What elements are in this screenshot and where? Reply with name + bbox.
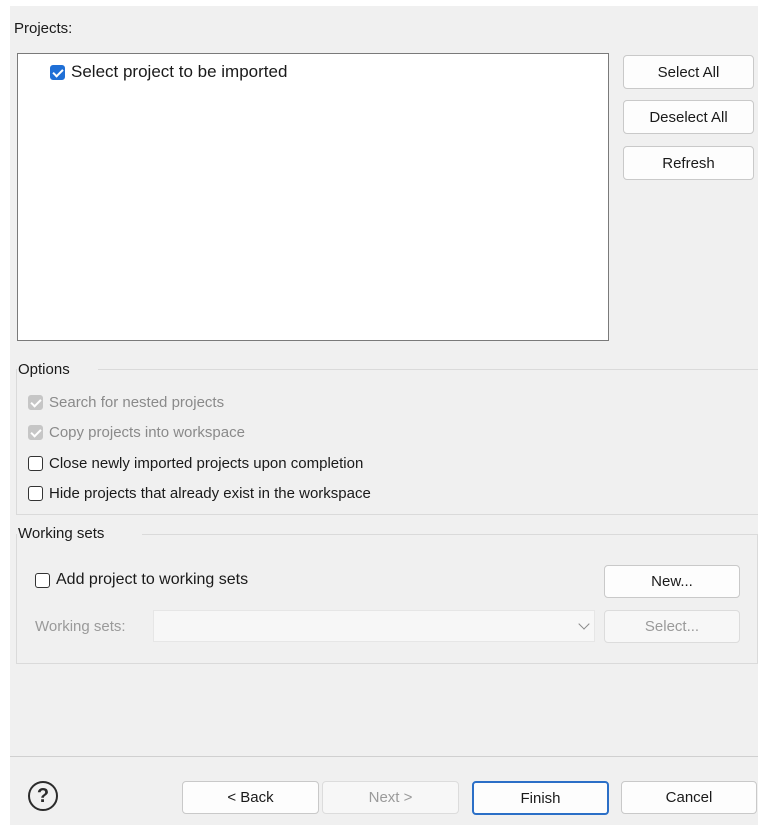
- deselect-all-button[interactable]: Deselect All: [623, 100, 754, 134]
- next-button: Next >: [322, 781, 459, 814]
- close-imported-option[interactable]: Close newly imported projects upon compl…: [28, 455, 363, 472]
- finish-button[interactable]: Finish: [472, 781, 609, 815]
- search-nested-label: Search for nested projects: [49, 394, 225, 411]
- search-nested-option: Search for nested projects: [28, 394, 224, 411]
- projects-label: Projects:: [14, 20, 73, 37]
- copy-projects-checkbox: [28, 425, 43, 440]
- working-sets-group: [16, 534, 758, 664]
- close-imported-label: Close newly imported projects upon compl…: [49, 455, 364, 472]
- working-sets-group-line: [142, 534, 758, 535]
- hide-existing-label: Hide projects that already exist in the …: [49, 485, 371, 502]
- help-icon[interactable]: ?: [28, 781, 58, 811]
- select-all-button[interactable]: Select All: [623, 55, 754, 89]
- copy-projects-option: Copy projects into workspace: [28, 424, 245, 441]
- new-working-set-button[interactable]: New...: [604, 565, 740, 598]
- search-nested-checkbox: [28, 395, 43, 410]
- hide-existing-checkbox[interactable]: [28, 486, 43, 501]
- back-button[interactable]: < Back: [182, 781, 319, 814]
- working-sets-label: Working sets:: [35, 618, 126, 635]
- cancel-button[interactable]: Cancel: [621, 781, 757, 814]
- copy-projects-label: Copy projects into workspace: [49, 424, 245, 441]
- import-projects-dialog: Projects: Select project to be imported …: [10, 6, 758, 825]
- footer-separator: [10, 756, 758, 757]
- project-checkbox[interactable]: [50, 64, 65, 80]
- refresh-button[interactable]: Refresh: [623, 146, 754, 180]
- working-sets-combo: [153, 610, 595, 642]
- close-imported-checkbox[interactable]: [28, 456, 43, 471]
- add-to-working-sets-option[interactable]: Add project to working sets: [35, 571, 248, 589]
- select-working-sets-button: Select...: [604, 610, 740, 643]
- projects-list[interactable]: Select project to be imported: [17, 53, 609, 341]
- add-working-sets-label: Add project to working sets: [56, 571, 249, 588]
- project-item-label: Select project to be imported: [71, 62, 288, 81]
- list-item[interactable]: Select project to be imported: [50, 62, 287, 82]
- chevron-down-icon: [578, 618, 590, 630]
- add-working-sets-checkbox[interactable]: [35, 572, 50, 588]
- options-group-line: [98, 369, 758, 370]
- hide-existing-option[interactable]: Hide projects that already exist in the …: [28, 485, 371, 502]
